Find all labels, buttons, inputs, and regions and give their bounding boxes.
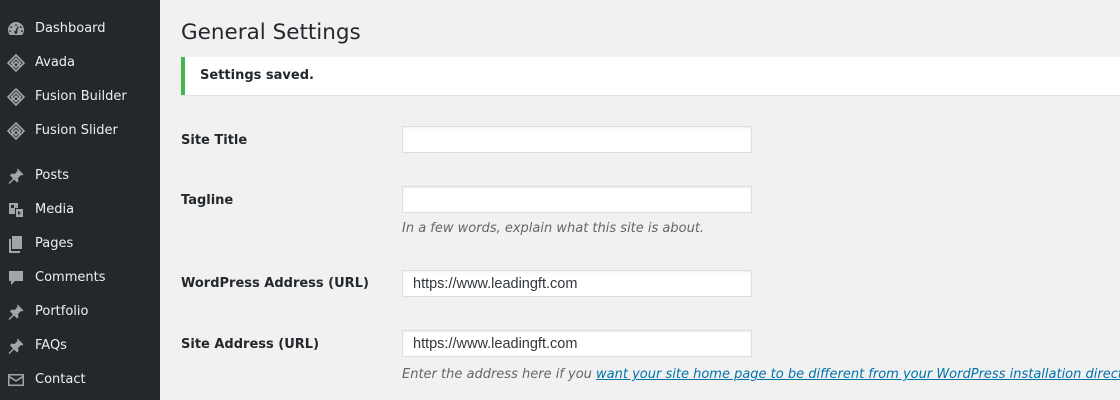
sidebar-item-avada[interactable]: Avada (0, 46, 160, 80)
site-title-label: Site Title (181, 133, 248, 148)
sidebar-item-comments[interactable]: Comments (0, 261, 160, 295)
sidebar-item-contact[interactable]: Contact (0, 363, 160, 397)
site-address-input[interactable] (402, 330, 752, 357)
wordpress-address-label: WordPress Address (URL) (181, 276, 369, 291)
sidebar-item-portfolio[interactable]: Portfolio (0, 295, 160, 329)
sidebar-item-label: Fusion Slider (35, 123, 118, 138)
site-address-description-prefix: Enter the address here if you (402, 367, 597, 382)
pushpin-icon (6, 336, 26, 356)
pushpin-icon (6, 302, 26, 322)
tagline-description: In a few words, explain what this site i… (402, 221, 705, 236)
site-address-help-link[interactable]: want your site home page to be different… (596, 367, 1120, 382)
site-address-label: Site Address (URL) (181, 337, 320, 352)
sidebar-item-label: Portfolio (35, 304, 89, 319)
sidebar-item-posts[interactable]: Posts (0, 159, 160, 193)
media-icon (6, 200, 26, 220)
main-content: General Settings Settings saved. Site Ti… (160, 0, 1120, 400)
wordpress-address-input[interactable] (402, 270, 752, 297)
page-title: General Settings (181, 20, 361, 45)
site-address-description: Enter the address here if you want your … (402, 367, 1120, 382)
sidebar-item-label: Pages (35, 236, 74, 251)
envelope-icon (6, 370, 26, 390)
sidebar-item-label: Fusion Builder (35, 89, 127, 104)
dashboard-icon (6, 19, 26, 39)
sidebar-item-fusion-slider[interactable]: Fusion Slider (0, 114, 160, 148)
sidebar-item-label: Media (35, 202, 75, 217)
sidebar-item-pages[interactable]: Pages (0, 227, 160, 261)
tagline-label: Tagline (181, 193, 234, 208)
sidebar-item-faqs[interactable]: FAQs (0, 329, 160, 363)
fusion-slider-icon (6, 121, 26, 141)
sidebar-item-dashboard[interactable]: Dashboard (0, 12, 160, 46)
admin-sidebar: Dashboard Avada Fusion Builder Fusion Sl… (0, 0, 160, 400)
sidebar-item-media[interactable]: Media (0, 193, 160, 227)
sidebar-item-fusion-builder[interactable]: Fusion Builder (0, 80, 160, 114)
sidebar-item-label: Posts (35, 168, 69, 183)
avada-icon (6, 53, 26, 73)
sidebar-item-label: Dashboard (35, 21, 106, 36)
fusion-builder-icon (6, 87, 26, 107)
tagline-input[interactable] (402, 186, 752, 213)
settings-saved-notice: Settings saved. (181, 57, 1120, 95)
sidebar-item-label: Contact (35, 372, 86, 387)
comment-icon (6, 268, 26, 288)
pages-icon (6, 234, 26, 254)
site-title-input[interactable] (402, 126, 752, 153)
pushpin-icon (6, 166, 26, 186)
sidebar-item-label: Comments (35, 270, 106, 285)
sidebar-item-label: Avada (35, 55, 76, 70)
sidebar-item-label: FAQs (35, 338, 67, 353)
notice-message: Settings saved. (200, 68, 314, 83)
